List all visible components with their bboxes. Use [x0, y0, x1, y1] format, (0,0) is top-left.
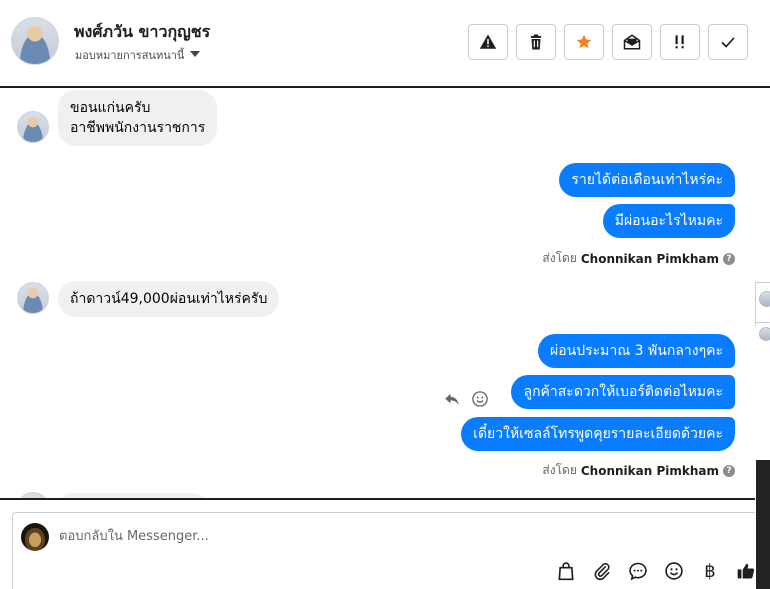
star-icon [576, 34, 592, 49]
scrollbar-thumb[interactable] [756, 460, 770, 589]
conversation-header: พงศ์ภวัน ขาวกุญชร มอบหมายการสนทนานี้ [0, 0, 770, 86]
like-button[interactable] [735, 560, 757, 582]
sender-name: Chonnikan Pimkham [580, 251, 719, 266]
help-icon[interactable]: ? [723, 464, 735, 477]
emoji-button[interactable] [663, 560, 685, 582]
warning-icon [479, 34, 497, 49]
composer-toolbar: ฿ [555, 560, 757, 582]
outgoing-message[interactable]: เดี๋ยวให้เซลล์โทรพูดคุยรายละเอียดด้วยคะ [461, 417, 735, 451]
help-icon[interactable]: ? [723, 252, 735, 265]
smiley-icon [665, 562, 683, 580]
exclamation-icon [675, 35, 684, 49]
check-icon [721, 37, 735, 48]
message-thread[interactable]: ขอนแก่นครับ อาชีพพนักงานราชการ รายได้ต่อ… [0, 88, 755, 498]
message-line: ขอนแก่นครับ [70, 100, 151, 116]
shop-button[interactable] [555, 560, 577, 582]
paperclip-icon [594, 563, 610, 581]
thumbs-up-icon [737, 563, 755, 579]
outgoing-message[interactable]: รายได้ต่อเดือนเท่าไหร่คะ [559, 163, 735, 197]
envelope-open-icon [623, 34, 641, 50]
contact-avatar-small[interactable] [17, 282, 49, 314]
reply-input[interactable] [59, 525, 659, 547]
sender-name: Chonnikan Pimkham [580, 463, 719, 478]
outgoing-message[interactable]: มีผ่อนอะไรไหมคะ [602, 204, 735, 238]
sent-by-prefix: ส่งโดย [542, 463, 577, 477]
contact-avatar-small[interactable] [17, 111, 49, 143]
reply-icon[interactable] [443, 390, 461, 408]
side-panel-avatar[interactable] [759, 327, 770, 341]
message-hover-tools [443, 390, 489, 408]
bag-icon [558, 562, 574, 581]
message-line: อาชีพพนักงานราชการ [70, 120, 206, 136]
assign-label: มอบหมายการสนทนานี้ [75, 49, 185, 62]
sent-by-label: ส่งโดย Chonnikan Pimkham ? [542, 461, 735, 480]
outgoing-message[interactable]: ลูกค้าสะดวกให้เบอร์ติดต่อไหมคะ [511, 375, 735, 409]
page-avatar [21, 523, 49, 551]
outgoing-message[interactable]: ผ่อนประมาณ 3 พันกลางๆคะ [538, 334, 735, 368]
saved-replies-button[interactable] [627, 560, 649, 582]
trash-icon [530, 34, 542, 50]
baht-icon: ฿ [704, 560, 716, 582]
incoming-message[interactable]: ขอนแก่นครับ อาชีพพนักงานราชการ [58, 90, 218, 146]
sent-by-prefix: ส่งโดย [542, 251, 577, 265]
spam-button[interactable] [468, 24, 508, 60]
delete-button[interactable] [516, 24, 556, 60]
thread-divider [0, 498, 755, 500]
sent-by-label: ส่งโดย Chonnikan Pimkham ? [542, 249, 735, 268]
done-button[interactable] [708, 24, 748, 60]
reply-composer: ฿ [12, 512, 755, 589]
incoming-message[interactable]: ถ้าดาวน์49,000ผ่อนเท่าไหร่ครับ [58, 281, 280, 317]
caret-down-icon [190, 51, 201, 57]
follow-up-button[interactable] [660, 24, 700, 60]
contact-name[interactable]: พงศ์ภวัน ขาวกุญชร [74, 20, 210, 45]
side-panel-divider [755, 322, 770, 323]
attach-button[interactable] [591, 560, 613, 582]
mark-unread-button[interactable] [612, 24, 652, 60]
chat-bubble-icon [629, 562, 647, 581]
payment-button[interactable]: ฿ [699, 560, 721, 582]
contact-avatar[interactable] [11, 17, 59, 65]
react-smiley-icon[interactable] [471, 390, 489, 408]
header-actions [468, 24, 748, 60]
assign-conversation-dropdown[interactable]: มอบหมายการสนทนานี้ [75, 46, 201, 64]
star-button[interactable] [564, 24, 604, 60]
side-panel-avatar[interactable] [759, 291, 770, 307]
